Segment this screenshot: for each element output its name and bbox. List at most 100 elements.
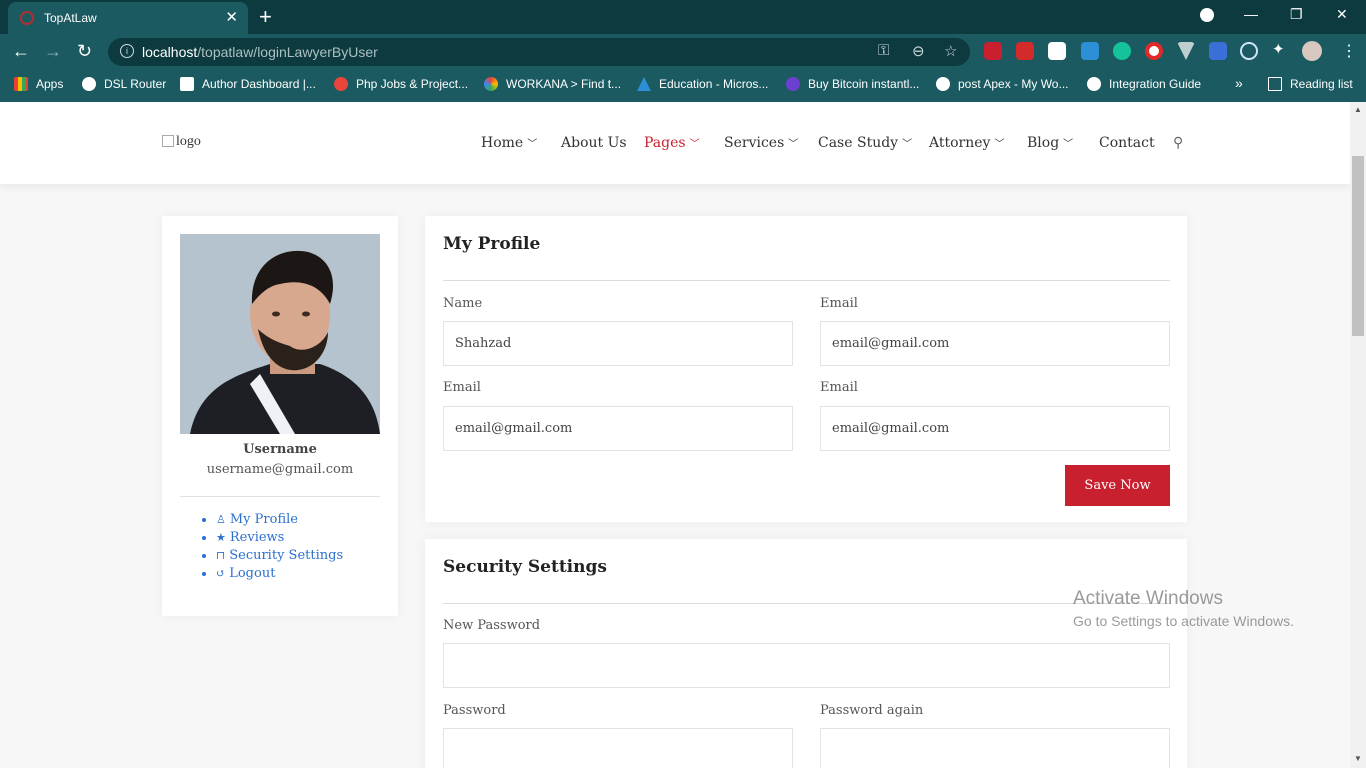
reading-list-button[interactable]: Reading list <box>1268 77 1353 91</box>
browser-tab[interactable]: TopAtLaw ✕ <box>8 2 248 34</box>
bookmark-apps[interactable]: Apps <box>14 77 63 91</box>
scroll-up-icon[interactable]: ▲ <box>1354 105 1362 114</box>
page-scrollbar[interactable]: ▲ ▼ <box>1350 102 1366 768</box>
page-viewport: logo Home ﹀ About Us Pages ﹀ Services ﹀ Cas… <box>0 102 1350 768</box>
bookmark-workana[interactable]: WORKANA > Find t... <box>484 77 621 91</box>
chevron-down-icon: ﹀ <box>527 139 538 150</box>
password-again-field[interactable] <box>820 728 1170 768</box>
my-profile-title: My Profile <box>443 234 541 254</box>
apps-grid-icon <box>14 77 28 91</box>
security-settings-title: Security Settings <box>443 557 607 577</box>
bookmark-php-jobs[interactable]: Php Jobs & Project... <box>334 77 468 91</box>
sidebar-item-reviews[interactable]: ★Reviews <box>216 529 343 547</box>
save-now-button[interactable]: Save Now <box>1065 465 1170 506</box>
grammarly-extension-icon[interactable] <box>1113 42 1131 60</box>
sidebar-item-logout[interactable]: ↺Logout <box>216 565 343 583</box>
vue-extension-icon[interactable] <box>1177 42 1195 60</box>
site-header: logo Home ﹀ About Us Pages ﹀ Services ﹀ Cas… <box>0 102 1350 184</box>
new-password-label: New Password <box>443 618 541 633</box>
video-extension-icon[interactable] <box>1016 42 1034 60</box>
bookmarks-bar: Apps DSL Router Author Dashboard |... Ph… <box>0 70 1366 102</box>
nav-contact[interactable]: Contact <box>1099 135 1155 151</box>
name-field[interactable] <box>443 321 793 366</box>
react-extension-icon[interactable] <box>1240 42 1258 60</box>
bookmark-dsl-router[interactable]: DSL Router <box>82 77 166 91</box>
search-icon[interactable]: ⚲ <box>1173 134 1183 151</box>
new-password-field[interactable] <box>443 643 1170 688</box>
nav-attorney[interactable]: Attorney ﹀ <box>929 135 1004 151</box>
sidebar-menu: ♙My Profile ★Reviews ⊓Security Settings … <box>216 511 343 583</box>
bookmark-education[interactable]: Education - Micros... <box>637 77 768 91</box>
workana-icon <box>484 77 498 91</box>
extensions-puzzle-icon[interactable]: ✦ <box>1272 40 1290 58</box>
mail-extension-icon[interactable] <box>1081 42 1099 60</box>
star-icon: ★ <box>216 531 226 544</box>
email-label-2: Email <box>443 380 481 395</box>
scrollbar-thumb[interactable] <box>1352 156 1364 336</box>
email-field-2[interactable] <box>443 406 793 451</box>
bookmark-star-icon[interactable]: ☆ <box>944 42 957 60</box>
nav-about-us[interactable]: About Us <box>561 135 627 151</box>
key-icon[interactable]: ⚿ <box>878 42 889 59</box>
profile-email: username@gmail.com <box>206 462 354 477</box>
nav-home[interactable]: Home ﹀ <box>481 135 537 151</box>
shield-extension-icon[interactable] <box>1209 42 1227 60</box>
qr-extension-icon[interactable] <box>1048 42 1066 60</box>
password-field[interactable] <box>443 728 793 768</box>
sidebar-divider <box>180 496 380 497</box>
profile-avatar-icon[interactable] <box>1302 41 1322 61</box>
logout-icon: ↺ <box>216 567 226 580</box>
site-info-icon[interactable]: i <box>120 44 134 58</box>
chevron-down-icon: ﹀ <box>1063 139 1074 150</box>
azure-icon <box>637 77 651 91</box>
nav-case-study[interactable]: Case Study ﹀ <box>818 135 912 151</box>
email-label-3: Email <box>820 380 858 395</box>
sidebar-item-my-profile[interactable]: ♙My Profile <box>216 511 343 529</box>
user-icon: ♙ <box>216 513 226 526</box>
card-divider <box>443 280 1170 281</box>
scroll-down-icon[interactable]: ▼ <box>1354 754 1362 763</box>
browser-menu-icon[interactable]: ⋮ <box>1341 41 1357 61</box>
chevron-down-icon: ﹀ <box>994 139 1005 150</box>
zoom-icon[interactable]: ⊖ <box>912 42 925 60</box>
restore-icon[interactable]: ❐ <box>1290 6 1303 23</box>
adblock-extension-icon[interactable] <box>984 42 1002 60</box>
record-extension-icon[interactable] <box>1145 42 1163 60</box>
bookmark-integration-guide[interactable]: Integration Guide <box>1087 77 1201 91</box>
avatar <box>180 234 380 434</box>
sidebar-item-security-settings[interactable]: ⊓Security Settings <box>216 547 343 565</box>
browser-toolbar: ← → ↻ i localhost/topatlaw/loginLawyerBy… <box>0 34 1366 70</box>
globe-icon <box>936 77 950 91</box>
profile-dropdown-icon[interactable] <box>1200 8 1214 22</box>
new-tab-button[interactable]: + <box>259 4 272 30</box>
my-profile-card: My Profile Name Email Email Email Save N… <box>425 216 1187 522</box>
nav-services[interactable]: Services ﹀ <box>724 135 798 151</box>
activate-windows-watermark: Activate Windows Go to Settings to activ… <box>1073 588 1294 629</box>
email-field[interactable] <box>820 321 1170 366</box>
activate-windows-title: Activate Windows <box>1073 588 1223 609</box>
profile-sidebar: Username username@gmail.com ♙My Profile … <box>162 216 398 616</box>
bookmark-buy-bitcoin[interactable]: Buy Bitcoin instantl... <box>786 77 919 91</box>
bitcoin-icon <box>786 77 800 91</box>
bookmarks-overflow-icon[interactable]: » <box>1235 75 1243 91</box>
author-icon <box>180 77 194 91</box>
nav-blog[interactable]: Blog ﹀ <box>1027 135 1073 151</box>
site-logo[interactable]: logo <box>162 134 201 150</box>
address-bar[interactable]: i localhost/topatlaw/loginLawyerByUser ⚿… <box>108 38 970 66</box>
broken-image-icon <box>162 135 174 147</box>
chevron-down-icon: ﹀ <box>788 139 799 150</box>
reload-icon[interactable]: ↻ <box>77 41 92 62</box>
close-tab-icon[interactable]: ✕ <box>225 8 238 26</box>
nav-pages[interactable]: Pages ﹀ <box>644 135 700 151</box>
bookmark-author-dashboard[interactable]: Author Dashboard |... <box>180 77 316 91</box>
back-icon[interactable]: ← <box>12 41 30 62</box>
close-window-icon[interactable]: ✕ <box>1336 6 1348 23</box>
email-field-3[interactable] <box>820 406 1170 451</box>
minimize-icon[interactable]: — <box>1244 6 1258 22</box>
globe-icon <box>1087 77 1101 91</box>
avatar-portrait-image <box>180 234 380 434</box>
bookmark-post-apex[interactable]: post Apex - My Wo... <box>936 77 1068 91</box>
forward-icon[interactable]: → <box>44 41 62 62</box>
chevron-down-icon: ﹀ <box>902 139 913 150</box>
security-settings-card: Security Settings New Password Password … <box>425 539 1187 768</box>
